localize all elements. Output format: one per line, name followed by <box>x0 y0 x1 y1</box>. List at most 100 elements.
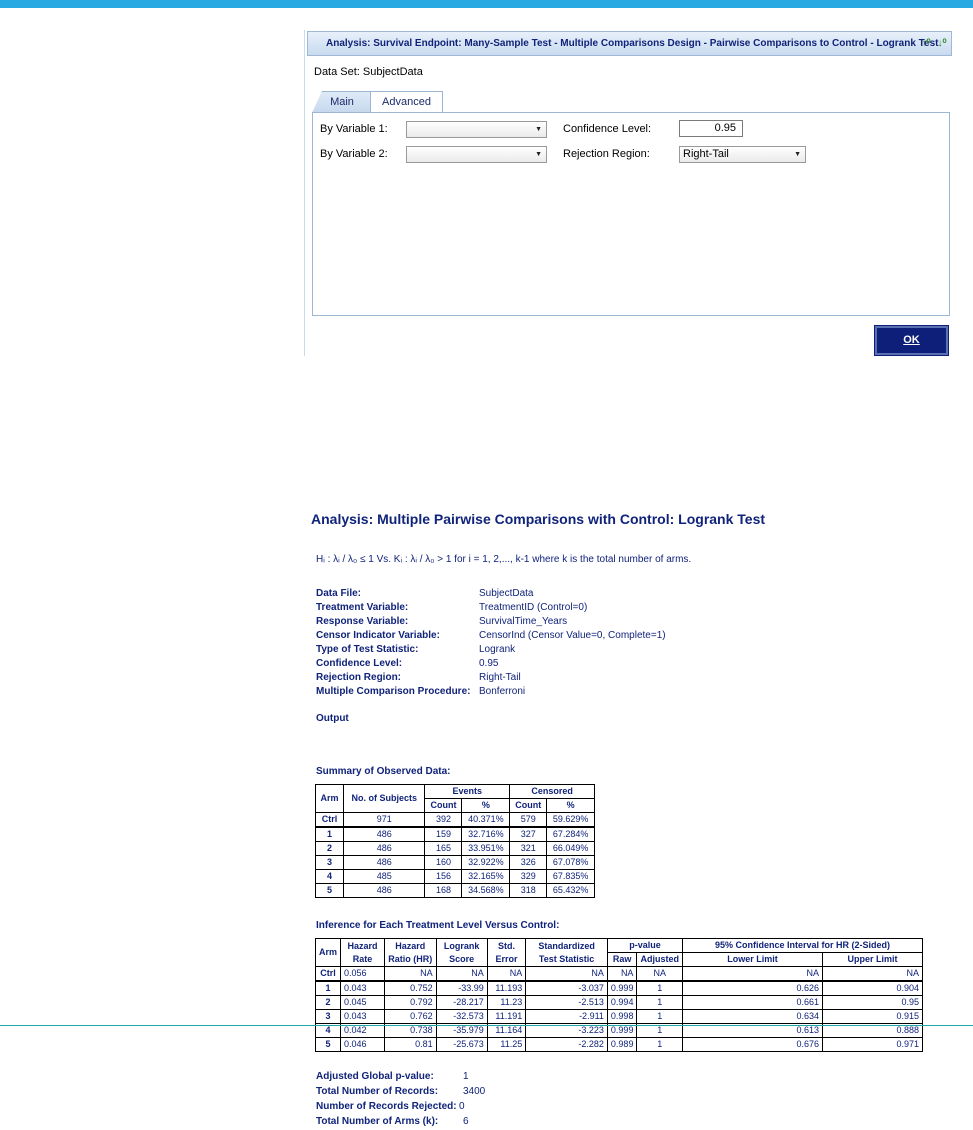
arm-cell: 3 <box>314 855 345 870</box>
pvalue-adjusted-cell: NA <box>636 966 683 982</box>
by-variable-2-label: By Variable 2: <box>320 148 388 160</box>
upper-limit-cell: 0.915 <box>822 1009 923 1024</box>
table-row: 3 0.043 0.762 -32.573 11.191 -2.911 0.998 1 0.63… <box>314 1009 923 1024</box>
sort-ascending-icon[interactable]: ↑⁰ <box>918 36 934 52</box>
table-row: 5 0.046 0.81 -25.673 11.25 -2.282 0.989 1 0.676 0… <box>314 1037 923 1052</box>
events-count-cell: 168 <box>424 883 463 898</box>
by-variable-1-label: By Variable 1: <box>320 123 388 135</box>
by-variable-1-select[interactable]: ▼ <box>406 121 547 138</box>
by-variable-2-select[interactable]: ▼ <box>406 146 547 163</box>
chevron-down-icon: ▼ <box>535 151 542 158</box>
censored-pct-cell: 66.049% <box>546 841 595 856</box>
censored-count-cell: 321 <box>509 841 548 856</box>
logrank-score-cell: -33.99 <box>435 980 488 996</box>
lower-limit-cell: 0.661 <box>682 995 823 1010</box>
info-key: Response Variable: <box>316 616 409 627</box>
col-upper-limit: Upper Limit <box>822 952 923 967</box>
rejection-region-label: Rejection Region: <box>563 148 650 160</box>
info-row: Response Variable: SurvivalTime_Years <box>316 615 666 629</box>
arm-cell: 1 <box>314 826 345 842</box>
tab-advanced[interactable]: Advanced <box>370 91 443 113</box>
top-accent-bar <box>0 0 973 8</box>
info-value: 0.95 <box>479 658 499 669</box>
confidence-level-input[interactable]: 0.95 <box>679 120 743 137</box>
summary-row: Total Number of Records: 3400 <box>316 1084 485 1099</box>
summary-value: 6 <box>463 1116 469 1127</box>
arm-cell: 5 <box>314 1037 342 1052</box>
col-hazard-ratio: Hazard Ratio (HR) <box>383 938 437 967</box>
info-value: Logrank <box>479 644 516 655</box>
ok-button[interactable]: OK <box>874 325 949 356</box>
inference-title: Inference for Each Treatment Level Versu… <box>316 920 560 931</box>
col-lower-limit: Lower Limit <box>682 952 823 967</box>
test-statistic-cell: -2.282 <box>525 1037 608 1052</box>
info-row: Censor Indicator Variable: CensorInd (Cen… <box>316 629 666 643</box>
events-pct-cell: 40.371% <box>461 812 511 828</box>
hazard-ratio-cell: NA <box>383 966 437 982</box>
output-title: Analysis: Multiple Pairwise Comparisons … <box>311 511 766 527</box>
logrank-score-cell: NA <box>435 966 488 982</box>
observed-data-title: Summary of Observed Data: <box>316 766 451 777</box>
hazard-rate-cell: 0.056 <box>340 966 385 982</box>
table-row: 3 486 160 32.922% 326 67.078% <box>314 855 595 870</box>
col-count: Count <box>424 798 463 813</box>
pvalue-raw-cell: 0.999 <box>606 980 638 996</box>
col-arm: Arm <box>314 938 342 967</box>
info-key: Multiple Comparison Procedure: <box>316 686 471 697</box>
dialog-title-bar: Analysis: Survival Endpoint: Many-Sample… <box>307 31 952 56</box>
summary-value: 1 <box>463 1071 469 1082</box>
arm-cell: Ctrl <box>314 812 345 828</box>
col-adjusted: Adjusted <box>636 952 683 967</box>
summary-block: Adjusted Global p-value: 1 Total Number o… <box>316 1069 485 1129</box>
info-row: Type of Test Statistic: Logrank <box>316 643 666 657</box>
arm-cell: 3 <box>314 1009 342 1024</box>
censored-count-cell: 329 <box>509 869 548 884</box>
summary-value: 3400 <box>463 1086 486 1097</box>
summary-key: Total Number of Arms (k): <box>316 1116 439 1127</box>
info-row: Treatment Variable: TreatmentID (Control=… <box>316 601 666 615</box>
logrank-score-cell: -32.573 <box>435 1009 488 1024</box>
test-statistic-cell: NA <box>525 966 608 982</box>
censored-count-cell: 318 <box>509 883 548 898</box>
pvalue-adjusted-cell: 1 <box>636 1037 683 1052</box>
sort-descending-icon[interactable]: ↓⁰ <box>934 36 950 52</box>
observed-data-table: Arm No. of Subjects Events Censored Coun… <box>314 784 595 898</box>
info-value: SurvivalTime_Years <box>479 616 568 627</box>
events-count-cell: 156 <box>424 869 463 884</box>
info-row: Multiple Comparison Procedure: Bonferroni <box>316 685 666 699</box>
tab-main[interactable]: Main <box>312 91 372 113</box>
censored-count-cell: 579 <box>509 812 548 828</box>
table-row: 4 485 156 32.165% 329 67.835% <box>314 869 595 884</box>
censored-pct-cell: 59.629% <box>546 812 595 828</box>
dataset-label: Data Set: SubjectData <box>314 66 423 78</box>
info-value: CensorInd (Censor Value=0, Complete=1) <box>479 630 666 641</box>
col-logrank-score: Logrank Score <box>435 938 488 967</box>
censored-pct-cell: 65.432% <box>546 883 595 898</box>
pvalue-raw-cell: 0.998 <box>606 1009 638 1024</box>
pvalue-adjusted-cell: 1 <box>636 1009 683 1024</box>
col-std-error: Std. Error <box>486 938 527 967</box>
info-key: Type of Test Statistic: <box>316 644 419 655</box>
col-pct: % <box>461 798 511 813</box>
info-key: Treatment Variable: <box>316 602 409 613</box>
censored-count-cell: 327 <box>509 826 548 842</box>
subjects-cell: 971 <box>343 812 426 828</box>
upper-limit-cell: NA <box>822 966 923 982</box>
rejection-region-select[interactable]: Right-Tail ▼ <box>679 146 806 163</box>
rejection-region-value: Right-Tail <box>683 148 729 160</box>
censored-pct-cell: 67.835% <box>546 869 595 884</box>
col-arm: Arm <box>314 784 345 813</box>
test-statistic-cell: -2.513 <box>525 995 608 1010</box>
events-pct-cell: 32.716% <box>461 826 511 842</box>
subjects-cell: 486 <box>343 883 426 898</box>
std-error-cell: 11.193 <box>486 980 527 996</box>
col-hazard-rate: Hazard Rate <box>340 938 385 967</box>
std-error-cell: 11.191 <box>486 1009 527 1024</box>
arm-cell: 2 <box>314 841 345 856</box>
events-pct-cell: 33.951% <box>461 841 511 856</box>
divider <box>304 30 305 356</box>
col-censored: Censored <box>509 784 595 799</box>
chevron-down-icon: ▼ <box>794 151 801 158</box>
hazard-ratio-cell: 0.81 <box>383 1037 437 1052</box>
info-key: Data File: <box>316 588 362 599</box>
